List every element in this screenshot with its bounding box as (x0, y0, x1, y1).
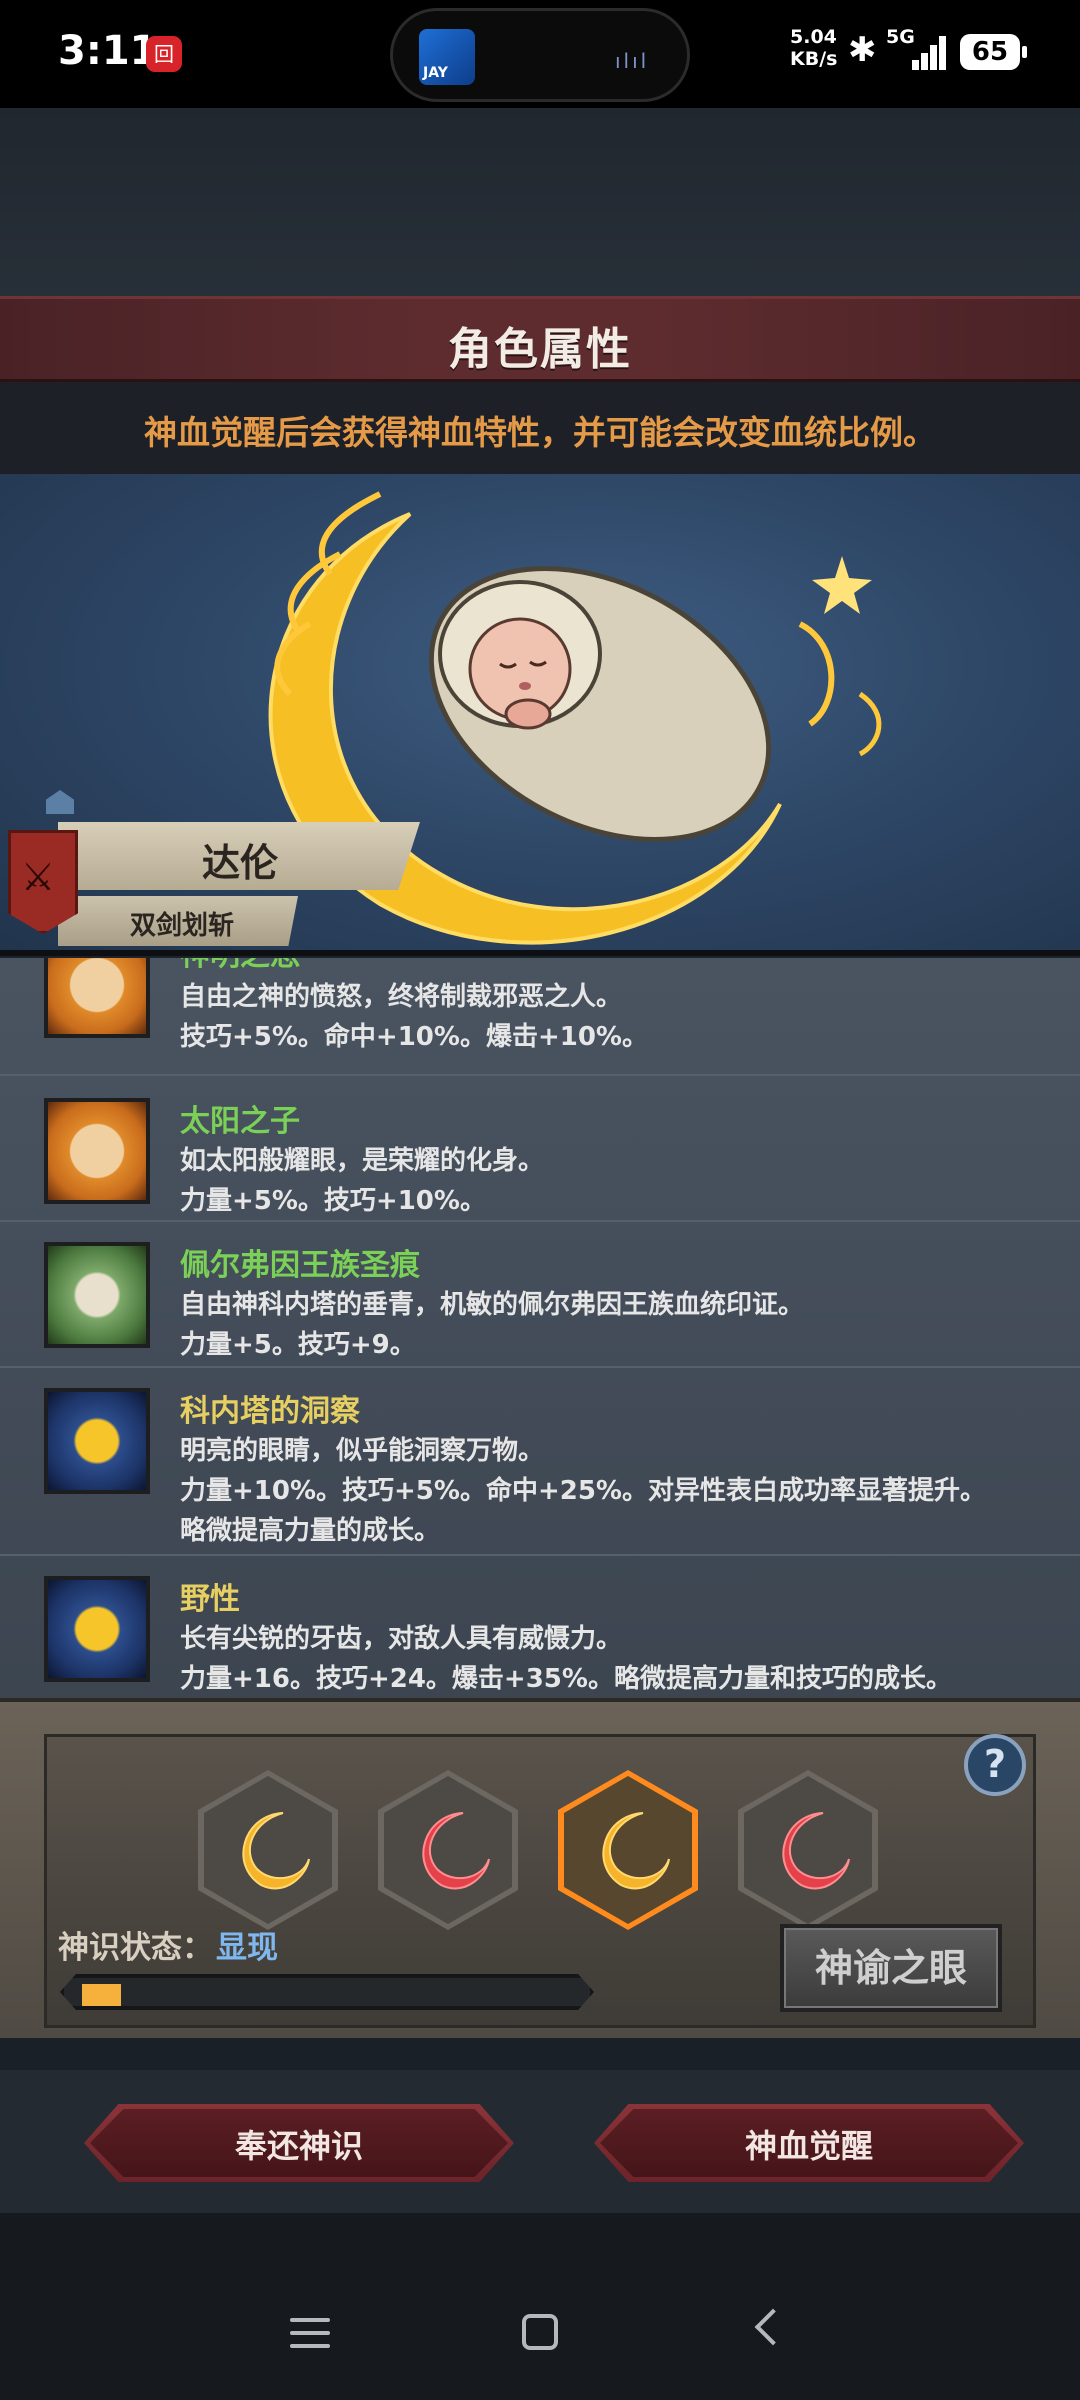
divine-state-value: 显现 (216, 1930, 278, 1966)
white-crescent-icon (44, 1242, 150, 1348)
bluetooth-icon: ✱ (848, 30, 877, 70)
portrait-border (0, 950, 1080, 956)
gold-crescent-icon (602, 1812, 670, 1890)
trait-item: 太阳之子 如太阳般耀眼，是荣耀的化身。 力量+5%。技巧+10%。 (0, 1076, 1080, 1222)
red-crescent-icon (422, 1812, 490, 1890)
gold-crescent-icon (242, 1812, 310, 1890)
trait-effect: 力量+16。技巧+24。爆击+35%。略微提高力量和技巧的成长。 (180, 1664, 952, 1694)
subtitle-bar: 神血觉醒后会获得神血特性，并可能会改变血统比例。 (0, 382, 1080, 474)
trait-item: 神明之怒 自由之神的愤怒，终将制裁邪恶之人。 技巧+5%。命中+10%。爆击+1… (0, 958, 1080, 1076)
music-app-icon: JAY (419, 29, 475, 85)
trait-item: 佩尔弗因王族圣痕 自由神科内塔的垂青，机敏的佩尔弗因王族血统印证。 力量+5。技… (0, 1222, 1080, 1368)
divine-state-label: 神识状态： (58, 1930, 213, 1966)
divine-progress-bar (60, 1974, 594, 2010)
page-title: 角色属性 (448, 324, 632, 375)
trait-name: 野性 (180, 1582, 240, 1617)
notification-icon: 回 (146, 36, 182, 72)
status-bar: 3:11 回 JAY ılıl 5.04 KB/s ✱ 5G 65 (0, 0, 1080, 108)
character-name: 达伦 (201, 841, 278, 885)
sun-face-icon (44, 958, 150, 1038)
trait-effect: 力量+5。技巧+9。 (180, 1330, 416, 1360)
dual-sword-class-icon: ⚔ (8, 830, 78, 934)
sun-face-icon (44, 1098, 150, 1204)
trait-desc: 如太阳般耀眼，是荣耀的化身。 (180, 1146, 545, 1176)
trait-item: 科内塔的洞察 明亮的眼睛，似乎能洞察万物。 力量+10%。技巧+5%。命中+25… (0, 1368, 1080, 1556)
system-nav-bar (0, 2213, 1080, 2400)
audio-wave-icon: ılıl (615, 49, 650, 73)
oracle-eye-button[interactable]: 神谕之眼 (780, 1924, 1002, 2012)
trait-effect: 力量+10%。技巧+5%。命中+25%。对异性表白成功率显著提升。 (180, 1476, 986, 1506)
trait-item: 野性 长有尖锐的牙齿，对敌人具有威慑力。 力量+16。技巧+24。爆击+35%。… (0, 1556, 1080, 1698)
trait-name: 神明之怒 (180, 958, 300, 974)
trait-extra: 略微提高力量的成长。 (180, 1516, 441, 1546)
battery-icon: 65 (960, 34, 1027, 70)
trait-name: 佩尔弗因王族圣痕 (180, 1248, 420, 1283)
trait-desc: 自由之神的愤怒，终将制裁邪恶之人。 (180, 982, 623, 1012)
red-crescent-icon (782, 1812, 850, 1890)
recent-apps-button[interactable] (290, 2316, 330, 2350)
title-bar: 角色属性 (0, 296, 1080, 382)
divine-progress-fill (82, 1984, 121, 2006)
help-button[interactable]: ? (964, 1734, 1026, 1796)
gold-crescent-icon (44, 1388, 150, 1494)
trait-list[interactable]: 神明之怒 自由之神的愤怒，终将制裁邪恶之人。 技巧+5%。命中+10%。爆击+1… (0, 958, 1080, 1698)
trait-desc: 自由神科内塔的垂青，机敏的佩尔弗因王族血统印证。 (180, 1290, 805, 1320)
awaken-button[interactable]: 神血觉醒 (594, 2104, 1024, 2182)
return-divine-button[interactable]: 奉还神识 (84, 2104, 514, 2182)
top-empty-area (0, 108, 1080, 298)
character-skill: 双剑划斩 (129, 911, 234, 941)
trait-desc: 明亮的眼睛，似乎能洞察万物。 (180, 1436, 545, 1466)
dynamic-island[interactable]: JAY ılıl (390, 8, 690, 102)
trait-desc: 长有尖锐的牙齿，对敌人具有威慑力。 (180, 1624, 623, 1654)
trait-effect: 力量+5%。技巧+10%。 (180, 1186, 486, 1216)
home-button[interactable] (522, 2314, 558, 2350)
net-speed: 5.04 KB/s (790, 26, 838, 70)
trait-name: 科内塔的洞察 (180, 1394, 360, 1429)
clock: 3:11 (58, 28, 158, 74)
trait-name: 太阳之子 (180, 1104, 300, 1139)
signal-icon (900, 34, 946, 70)
trait-effect: 技巧+5%。命中+10%。爆击+10%。 (180, 1022, 648, 1052)
page-hint: 神血觉醒后会获得神血特性，并可能会改变血统比例。 (144, 413, 936, 452)
gold-crescent-icon (44, 1576, 150, 1682)
